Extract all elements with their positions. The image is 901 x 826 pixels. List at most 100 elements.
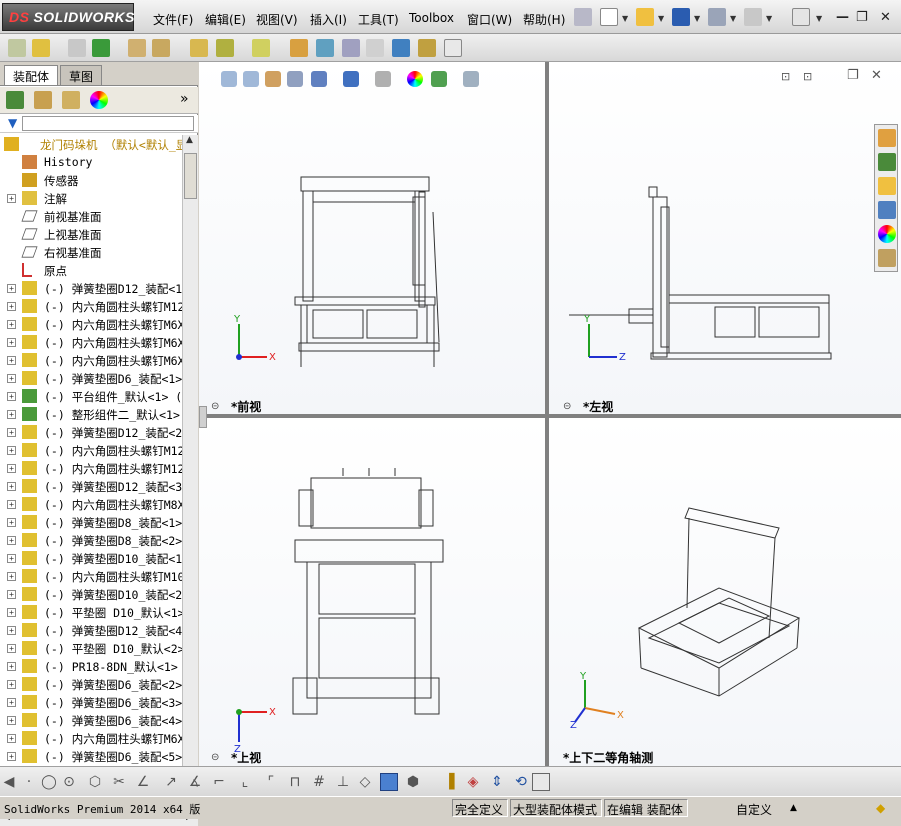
save-icon[interactable] [672,8,690,26]
collapse-panel-icon[interactable]: » [180,91,189,107]
expand-icon[interactable]: + [7,428,16,437]
display-style-icon[interactable] [343,71,359,87]
show-hidden-icon[interactable] [190,39,208,57]
tab-sketch[interactable]: 草图 [60,65,103,85]
insert-component-icon[interactable] [32,39,50,57]
close-button[interactable]: ✕ [880,10,891,25]
tree-item[interactable]: 上视基准面 [0,225,182,243]
design-library-icon[interactable] [878,153,896,171]
tree-item[interactable]: + (-) 内六角圆柱头螺钉M6X [0,351,182,369]
tree-item[interactable]: + (-) 平台组件_默认<1> (默 [0,387,182,405]
expand-icon[interactable]: + [7,572,16,581]
chevron-down-icon[interactable]: ▼ [658,14,664,23]
open-folder-icon[interactable] [636,8,654,26]
property-manager-icon[interactable] [34,91,52,109]
link-icon[interactable]: ⊝ [563,401,571,412]
linear-pattern-icon[interactable] [92,39,110,57]
custom-properties-icon[interactable] [878,249,896,267]
change-transparency-icon[interactable]: ◈ [464,773,482,791]
file-explorer-icon[interactable] [878,177,896,195]
pane-maximize-icon[interactable]: ❐ [847,68,859,83]
tree-item[interactable]: + (-) 平垫圈 D10_默认<1> [0,603,182,621]
tree-item[interactable]: + (-) 弹簧垫圈D12_装配<2> [0,423,182,441]
scroll-up-icon[interactable]: ▲ [186,135,193,145]
expand-icon[interactable]: + [7,284,16,293]
edit-appearance-icon[interactable] [407,71,423,87]
expand-icon[interactable]: + [7,752,16,761]
tree-item[interactable]: 传感器 [0,171,182,189]
move-icon[interactable]: ⇕ [488,773,506,791]
hide-show-items-icon[interactable] [375,71,391,87]
tree-item[interactable]: + (-) 内六角圆柱头螺钉M12 [0,297,182,315]
relation-icon[interactable]: ⊥ [334,773,352,791]
pane-close-icon[interactable]: ✕ [871,68,882,83]
tree-item[interactable]: 前视基准面 [0,207,182,225]
zoom-to-fit-icon[interactable] [221,71,237,87]
menu-view[interactable]: 视图(V) [256,11,298,28]
shaded-display-icon[interactable] [380,773,398,791]
viewport-top[interactable]: X Z ⊝ *上视 [199,418,545,766]
polygon-icon[interactable]: ⬡ [86,773,104,791]
expand-icon[interactable]: + [7,392,16,401]
expand-icon[interactable]: + [7,500,16,509]
expand-icon[interactable]: + [7,680,16,689]
expand-icon[interactable]: + [7,662,16,671]
tree-item[interactable]: + (-) 弹簧垫圈D6_装配<1> [0,369,182,387]
filter-icon[interactable]: ▼ [8,116,17,130]
expand-icon[interactable]: + [7,698,16,707]
chevron-down-icon[interactable]: ▼ [816,14,822,23]
section-view-icon[interactable] [287,71,303,87]
grid-icon[interactable]: # [310,773,328,791]
filter-input[interactable] [22,116,194,131]
assembly-icon[interactable] [8,39,26,57]
expand-icon[interactable]: + [7,464,16,473]
offset-icon[interactable]: ∡ [186,773,204,791]
expand-icon[interactable]: + [7,518,16,527]
expand-icon[interactable]: + [7,716,16,725]
graphics-area[interactable]: Y X ⊝ *前视 ⊡ ⊡ ❐ ✕ Y Z ⊝ *左视 X Z ⊝ *上视 Y … [199,62,901,766]
menu-file[interactable]: 文件(F) [153,11,193,28]
expand-icon[interactable]: + [7,554,16,563]
tree-item[interactable]: + (-) 弹簧垫圈D8_装配<2> [0,531,182,549]
expand-icon[interactable]: + [7,338,16,347]
menu-help[interactable]: 帮助(H) [523,11,565,28]
split-handle[interactable] [199,406,207,428]
centerline-icon[interactable]: ↗ [162,773,180,791]
circle-icon[interactable]: ◯ [40,773,58,791]
explode-line-icon[interactable] [366,39,384,57]
expand-icon[interactable]: + [7,356,16,365]
corner-icon[interactable]: ⌐ [210,773,228,791]
smart-fasteners-icon[interactable] [128,39,146,57]
cube-view-icon[interactable]: ⬢ [404,773,422,791]
bill-of-materials-icon[interactable] [316,39,334,57]
tree-item[interactable]: + (-) 弹簧垫圈D8_装配<1> [0,513,182,531]
tree-item[interactable]: 原点 [0,261,182,279]
chevron-up-icon[interactable]: ▲ [790,803,797,813]
expand-icon[interactable]: + [7,734,16,743]
assembly-features-icon[interactable] [216,39,234,57]
help-icon[interactable] [792,8,810,26]
pin-icon[interactable] [574,8,592,26]
link-icon[interactable]: ⊝ [211,752,219,763]
mate-icon[interactable] [68,39,86,57]
mirror-icon[interactable]: ⌞ [236,773,254,791]
tree-item[interactable]: + (-) 弹簧垫圈D6_装配<3> [0,693,182,711]
units-selector[interactable]: 自定义 [736,801,772,818]
expand-icon[interactable]: + [7,482,16,491]
new-document-icon[interactable] [600,8,618,26]
sketch-fillet-icon[interactable]: ⌜ [262,773,280,791]
display-manager-icon[interactable] [90,91,108,109]
expand-icon[interactable]: + [7,446,16,455]
tree-item[interactable]: + (-) 弹簧垫圈D6_装配<4> [0,711,182,729]
dimension-icon[interactable]: ⊓ [286,773,304,791]
tree-vertical-scrollbar[interactable]: ▲ [182,135,198,766]
tree-item[interactable]: + (-) 平垫圈 D10_默认<2> [0,639,182,657]
hide-component-icon[interactable]: ▐ [440,773,458,791]
expand-icon[interactable]: + [7,302,16,311]
scroll-left-icon[interactable]: ◀ [0,773,18,791]
trim-icon[interactable]: ✂ [110,773,128,791]
view-palette-icon[interactable] [878,201,896,219]
menu-insert[interactable]: 插入(I) [310,11,347,28]
tree-item[interactable]: + (-) 内六角圆柱头螺钉M6X [0,333,182,351]
interference-icon[interactable] [392,39,410,57]
